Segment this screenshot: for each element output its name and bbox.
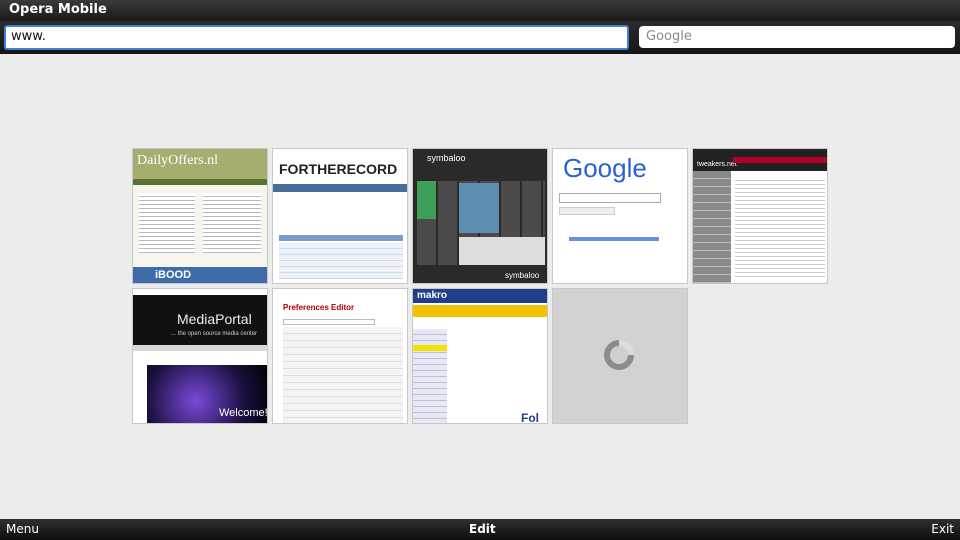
tweakers-sidebar <box>693 171 731 283</box>
url-value: www. <box>11 29 46 44</box>
tweakers-article <box>735 177 825 277</box>
symbaloo-footer <box>459 237 545 265</box>
search-placeholder: Google <box>646 29 692 44</box>
symbaloo-logo: symbaloo <box>427 153 466 163</box>
tweakers-redbar <box>733 157 827 163</box>
speed-dial-tile-google[interactable]: Google <box>552 148 688 284</box>
symbaloo-tile-blue <box>459 183 499 233</box>
mediaportal-nav <box>133 345 267 351</box>
fortherecord-logo: FORTHERECORD <box>279 161 398 177</box>
dailyoffers-logo: DailyOffers.nl <box>137 153 218 168</box>
speed-dial-tile-symbaloo[interactable]: symbaloo symbaloo <box>412 148 548 284</box>
speed-dial-tile-makro[interactable]: makro Fol <box>412 288 548 424</box>
symbaloo-tile-green <box>417 181 436 219</box>
dailyoffers-nav <box>133 179 267 185</box>
dailyoffers-text <box>139 193 195 253</box>
makro-nav <box>413 305 547 317</box>
ibood-logo: iBOOD <box>155 269 192 281</box>
preferences-list <box>283 327 403 423</box>
edit-button[interactable]: Edit <box>469 522 496 536</box>
url-input[interactable]: www. <box>4 25 629 50</box>
makro-highlight <box>413 345 447 351</box>
speed-dial-tile-mediaportal[interactable]: MediaPortal ... the open source media ce… <box>132 288 268 424</box>
exit-button[interactable]: Exit <box>931 522 954 536</box>
google-buttons <box>559 207 615 215</box>
tweakers-logo: tweakers.net <box>697 161 737 168</box>
makro-logo: makro <box>417 290 448 301</box>
app-title: Opera Mobile <box>9 2 107 17</box>
speed-dial-area <box>0 54 960 520</box>
menu-button[interactable]: Menu <box>6 522 39 536</box>
mediaportal-logo: MediaPortal <box>177 311 252 327</box>
google-logo: Google <box>563 153 647 183</box>
bottom-bar: Menu Edit Exit <box>0 519 960 540</box>
speed-dial-tile-preferences[interactable]: Preferences Editor <box>272 288 408 424</box>
fortherecord-nav <box>273 184 407 192</box>
symbaloo-footer-logo: symbaloo <box>505 271 540 280</box>
makro-sidebar <box>413 329 447 423</box>
preferences-title: Preferences Editor <box>283 303 355 312</box>
dailyoffers-footer <box>133 267 267 283</box>
preferences-search <box>283 319 375 325</box>
google-search-box <box>559 193 661 203</box>
mediaportal-tagline: ... the open source media center <box>171 331 258 337</box>
search-input[interactable]: Google <box>639 26 955 48</box>
speed-dial-tile-dailyoffers[interactable]: DailyOffers.nl iBOOD <box>132 148 268 284</box>
mediaportal-welcome: Welcome! <box>219 407 268 419</box>
loading-spinner-icon <box>604 340 634 370</box>
dailyoffers-text-2 <box>203 193 261 253</box>
fortherecord-table <box>279 243 403 279</box>
fortherecord-table-head <box>279 235 403 241</box>
makro-footer-text: Fol <box>521 411 539 424</box>
speed-dial-tile-fortherecord[interactable]: FORTHERECORD <box>272 148 408 284</box>
speed-dial-tile-tweakers[interactable]: tweakers.net <box>692 148 828 284</box>
google-links <box>569 237 659 241</box>
title-bar: Opera Mobile <box>0 0 960 21</box>
